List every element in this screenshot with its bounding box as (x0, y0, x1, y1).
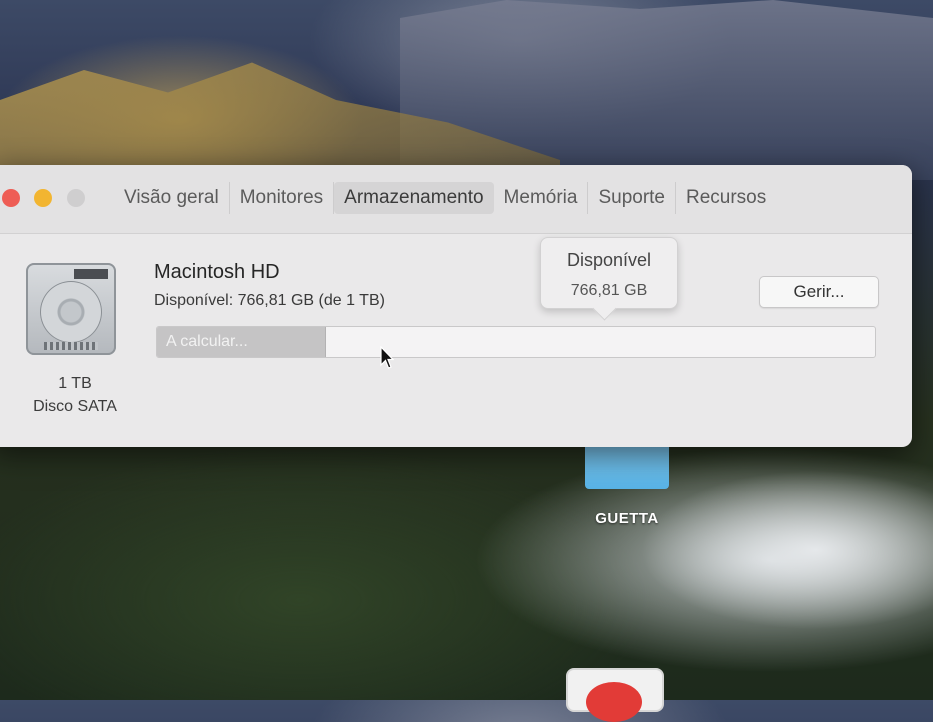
storage-calculating-label: A calcular... (166, 333, 248, 350)
tab-armazenamento[interactable]: Armazenamento (334, 182, 494, 214)
tab-visao-geral[interactable]: Visão geral (114, 182, 230, 214)
tab-memoria[interactable]: Memória (494, 182, 589, 214)
storage-bar[interactable]: A calcular... (156, 326, 876, 358)
tab-monitores[interactable]: Monitores (230, 182, 335, 214)
about-this-mac-window: Visão geral Monitores Armazenamento Memó… (0, 165, 912, 447)
drive-vents (44, 342, 98, 350)
tab-recursos[interactable]: Recursos (676, 182, 776, 214)
dock-app-icon[interactable] (566, 668, 664, 722)
tab-suporte[interactable]: Suporte (588, 182, 676, 214)
drive-label-plate (74, 269, 108, 279)
zoom-button (67, 189, 85, 207)
window-toolbar: Visão geral Monitores Armazenamento Memó… (0, 165, 912, 234)
disk-type: Disco SATA (33, 398, 117, 415)
manage-button[interactable]: Gerir... (759, 276, 879, 308)
mouse-cursor-icon (380, 346, 394, 369)
desktop-folder-icon[interactable] (585, 447, 669, 489)
volume-available: Disponível: 766,81 GB (de 1 TB) (154, 292, 385, 309)
tooltip-value: 766,81 GB (570, 282, 648, 299)
hard-drive-icon (26, 263, 116, 355)
drive-platter (40, 281, 102, 343)
wallpaper-cloud (640, 470, 933, 630)
disk-size: 1 TB (58, 375, 92, 392)
desktop-folder-label[interactable]: GUETTA (560, 510, 694, 527)
volume-name: Macintosh HD (154, 261, 280, 283)
tab-bar: Visão geral Monitores Armazenamento Memó… (114, 182, 776, 214)
close-button[interactable] (2, 189, 20, 207)
minimize-button[interactable] (34, 189, 52, 207)
storage-used-segment[interactable]: A calcular... (157, 327, 326, 357)
available-tooltip: Disponível 766,81 GB (540, 237, 678, 309)
tooltip-title: Disponível (566, 250, 652, 270)
